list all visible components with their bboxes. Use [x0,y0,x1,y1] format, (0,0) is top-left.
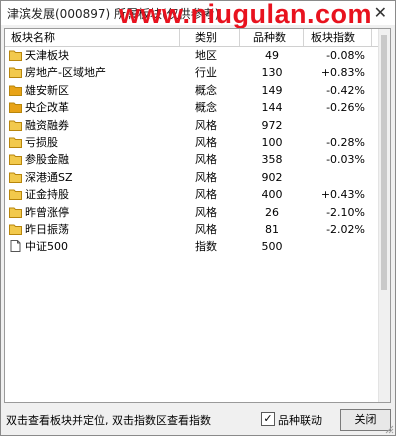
folder-icon [9,67,22,79]
row-name: 房地产-区域地产 [25,66,106,80]
row-name: 亏损股 [25,135,58,149]
row-category: 风格 [195,135,217,149]
row-count: 26 [265,205,279,219]
row-category: 地区 [195,49,217,62]
list-item[interactable]: 参股金融 风格 358 -0.03% [5,151,378,168]
link-checkbox-label[interactable]: 品种联动 [278,412,322,428]
row-count: 130 [261,66,283,80]
row-name: 雄安新区 [25,83,69,97]
column-divider[interactable] [179,29,180,46]
row-count: 400 [261,188,283,202]
row-count: 49 [265,49,279,62]
row-index: -2.02% [326,222,365,236]
row-count: 972 [261,118,283,132]
vertical-scrollbar[interactable] [378,29,390,402]
column-header-category[interactable]: 类别 [195,30,217,45]
scrollbar-thumb[interactable] [381,35,387,290]
column-divider[interactable] [303,29,304,46]
list-rows: 天津板块 地区 49 -0.08% 房地产-区域地产 行业 130 +0.83% 雄安新区 概念 1… [5,47,378,256]
row-name: 深港通SZ [25,170,73,184]
list-item[interactable]: 天津板块 地区 49 -0.08% [5,47,378,64]
row-index [305,169,365,186]
row-name: 昨日振荡 [25,222,69,236]
folder-icon [9,120,22,131]
row-index [305,238,365,255]
row-index: -0.28% [326,135,365,149]
row-count: 100 [261,135,283,149]
status-bar: 双击查看板块并定位, 双击指数区查看指数 ✓ 品种联动 关闭 [1,404,395,435]
watermark: www.niugulan.com [119,0,373,29]
row-count: 500 [261,240,283,254]
list-item[interactable]: 亏损股 风格 100 -0.28% [5,134,378,151]
row-name: 参股金融 [25,153,69,167]
row-category: 风格 [195,153,217,167]
column-divider[interactable] [239,29,240,46]
column-header-index[interactable]: 板块指数 [311,30,355,45]
row-count: 144 [261,101,283,115]
row-name: 融资融券 [25,118,69,132]
list-item[interactable]: 昨日振荡 风格 81 -2.02% [5,221,378,238]
row-name: 央企改革 [25,101,69,115]
list-header: 板块名称 类别 品种数 板块指数 [5,29,378,47]
row-count: 902 [261,170,283,184]
row-index: +0.43% [320,188,365,202]
list-item[interactable]: 昨曾涨停 风格 26 -2.10% [5,204,378,221]
row-index: -0.03% [326,153,365,167]
row-count: 81 [265,222,279,236]
sector-list[interactable]: 板块名称 类别 品种数 板块指数 天津板块 地区 49 -0.08% 房地产-区域地产 行… [4,28,391,403]
folder-icon [9,154,22,166]
list-item[interactable]: 中证500 指数 500 [5,238,378,255]
row-index: -0.26% [326,101,365,115]
folder-icon [9,50,22,61]
row-index [305,117,365,134]
row-category: 风格 [195,188,217,202]
close-icon[interactable]: ✕ [374,3,387,22]
row-count: 358 [261,153,283,167]
document-icon [10,240,21,253]
column-header-count[interactable]: 品种数 [253,30,286,45]
list-item[interactable]: 深港通SZ 风格 902 [5,169,378,186]
row-category: 概念 [195,101,217,115]
title-bar: 津滨发展(000897) 所属板块(仅供参考) www.niugulan.com… [1,0,395,29]
column-header-name[interactable]: 板块名称 [11,30,55,45]
folder-icon [9,189,22,201]
row-index: +0.83% [320,66,365,80]
folder-icon [9,207,22,218]
column-divider[interactable] [371,29,372,46]
row-category: 风格 [195,205,217,219]
row-category: 指数 [195,240,217,254]
row-category: 概念 [195,83,217,97]
row-category: 风格 [195,222,217,236]
row-category: 行业 [195,66,217,80]
list-item[interactable]: 融资融券 风格 972 [5,117,378,134]
row-index: -2.10% [326,205,365,219]
row-index: -0.08% [326,49,365,62]
list-item[interactable]: 央企改革 概念 144 -0.26% [5,99,378,116]
row-name: 中证500 [25,240,68,254]
row-name: 昨曾涨停 [25,205,69,219]
folder-icon-filled [9,102,22,114]
resize-grip-icon[interactable] [384,424,394,434]
row-category: 风格 [195,170,217,184]
list-item[interactable]: 房地产-区域地产 行业 130 +0.83% [5,64,378,81]
folder-icon [9,172,22,183]
row-category: 风格 [195,118,217,132]
row-index: -0.42% [326,83,365,97]
row-name: 天津板块 [25,49,69,62]
list-item[interactable]: 雄安新区 概念 149 -0.42% [5,82,378,99]
sector-dialog: 津滨发展(000897) 所属板块(仅供参考) www.niugulan.com… [0,0,396,436]
row-name: 证金持股 [25,188,69,202]
folder-icon [9,224,22,235]
folder-icon [9,137,22,148]
folder-icon-filled [9,85,22,96]
link-checkbox[interactable]: ✓ [261,412,275,426]
status-hint: 双击查看板块并定位, 双击指数区查看指数 [6,414,211,427]
row-count: 149 [261,83,283,97]
list-item[interactable]: 证金持股 风格 400 +0.43% [5,186,378,203]
